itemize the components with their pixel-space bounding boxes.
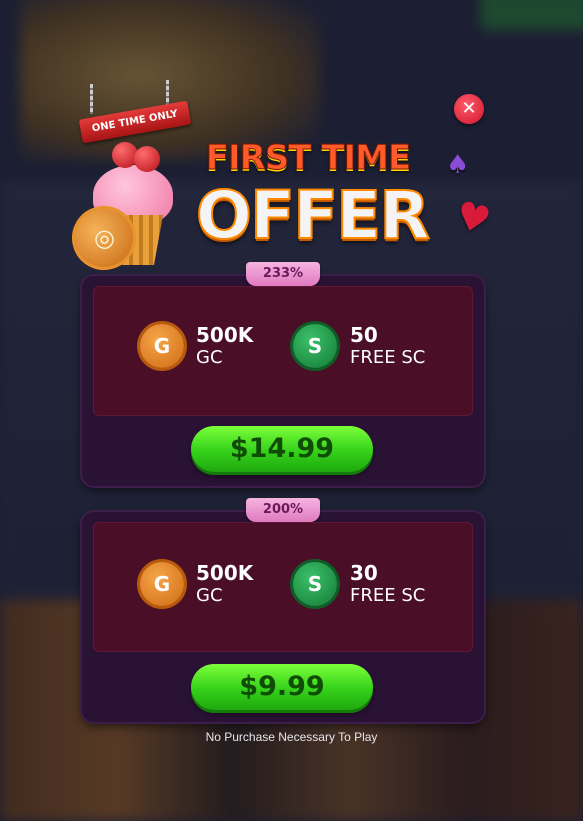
offer-card-1: 233% G 500K GC S 50 FREE SC $14.99 xyxy=(82,262,484,486)
gold-coin-unit: GC xyxy=(196,585,223,606)
bonus-badge: 200% xyxy=(246,498,320,522)
close-icon: ✕ xyxy=(461,98,477,119)
sweeps-coin-icon: S xyxy=(293,562,337,606)
sweeps-coin-unit: FREE SC xyxy=(350,585,426,606)
offer-title-offer: OFFER xyxy=(195,176,431,255)
sweeps-coin-unit: FREE SC xyxy=(350,347,426,368)
sweeps-coin-amount: 30 xyxy=(350,561,378,585)
sweeps-coin-amount: 50 xyxy=(350,323,378,347)
chain-left xyxy=(90,84,93,114)
sweeps-coin-icon: S xyxy=(293,324,337,368)
offer-card-2: 200% G 500K GC S 30 FREE SC $9.99 xyxy=(82,498,484,722)
spade-icon: ♠ xyxy=(446,150,470,180)
offer-title-first-time: FIRST TIME xyxy=(205,138,411,179)
gold-coin-icon: G xyxy=(140,324,184,368)
gold-coin-unit: GC xyxy=(196,347,223,368)
gold-coin-amount: 500K xyxy=(196,561,254,585)
no-purchase-disclaimer: No Purchase Necessary To Play xyxy=(205,730,378,744)
buy-button-2[interactable]: $9.99 xyxy=(191,664,373,710)
close-button[interactable]: ✕ xyxy=(454,94,484,124)
buy-button-1[interactable]: $14.99 xyxy=(191,426,373,472)
gold-coin-amount: 500K xyxy=(196,323,254,347)
cherry-icon xyxy=(134,146,160,172)
bonus-badge: 233% xyxy=(246,262,320,286)
gold-coin-icon: G xyxy=(140,562,184,606)
